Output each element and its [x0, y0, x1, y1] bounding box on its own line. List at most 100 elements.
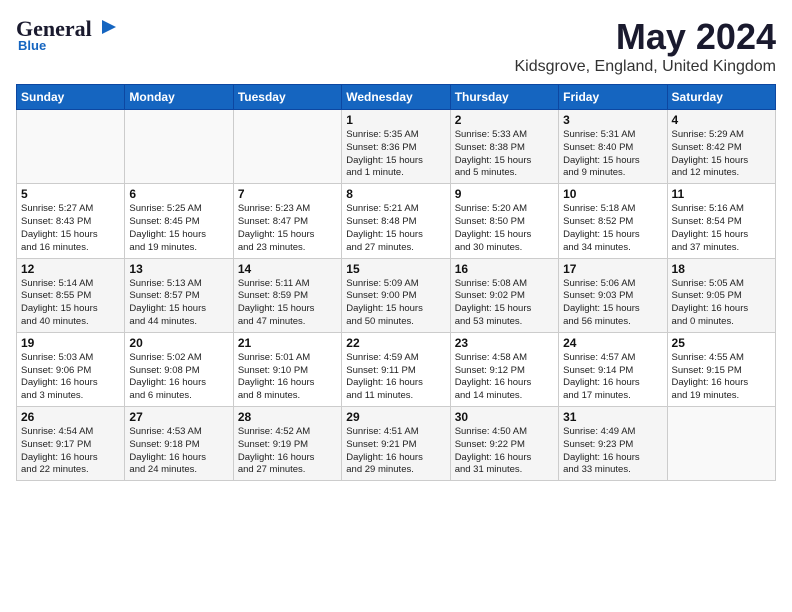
day-info-text: Sunset: 9:06 PM: [21, 365, 120, 378]
day-info-text: and 6 minutes.: [129, 390, 228, 403]
day-number: 31: [563, 410, 662, 424]
day-info-text: Sunrise: 5:20 AM: [455, 203, 554, 216]
day-info-text: and 19 minutes.: [129, 242, 228, 255]
day-info-text: Sunset: 8:54 PM: [672, 216, 771, 229]
page-subtitle: Kidsgrove, England, United Kingdom: [515, 58, 777, 76]
day-info-text: Daylight: 15 hours: [563, 303, 662, 316]
day-info-text: Daylight: 16 hours: [455, 377, 554, 390]
day-info-text: Daylight: 15 hours: [346, 155, 445, 168]
day-info-text: Daylight: 16 hours: [346, 452, 445, 465]
day-number: 2: [455, 113, 554, 127]
calendar-cell: 8Sunrise: 5:21 AMSunset: 8:48 PMDaylight…: [342, 184, 450, 258]
day-number: 1: [346, 113, 445, 127]
day-of-week-header: Saturday: [667, 85, 775, 110]
day-info-text: Sunrise: 4:59 AM: [346, 352, 445, 365]
day-info-text: Daylight: 16 hours: [563, 452, 662, 465]
day-info-text: Sunrise: 5:06 AM: [563, 278, 662, 291]
day-info-text: Sunset: 8:55 PM: [21, 290, 120, 303]
day-number: 8: [346, 187, 445, 201]
day-info-text: Sunset: 9:22 PM: [455, 439, 554, 452]
day-info-text: Sunrise: 5:03 AM: [21, 352, 120, 365]
day-info-text: Sunrise: 5:23 AM: [238, 203, 337, 216]
day-number: 3: [563, 113, 662, 127]
day-number: 16: [455, 262, 554, 276]
calendar-week-row: 1Sunrise: 5:35 AMSunset: 8:36 PMDaylight…: [17, 110, 776, 184]
day-info-text: Daylight: 16 hours: [672, 303, 771, 316]
day-number: 10: [563, 187, 662, 201]
day-info-text: Sunrise: 5:35 AM: [346, 129, 445, 142]
day-info-text: Daylight: 15 hours: [346, 229, 445, 242]
calendar-cell: 26Sunrise: 4:54 AMSunset: 9:17 PMDayligh…: [17, 407, 125, 481]
day-number: 25: [672, 336, 771, 350]
calendar-table: SundayMondayTuesdayWednesdayThursdayFrid…: [16, 84, 776, 481]
day-info-text: and 0 minutes.: [672, 316, 771, 329]
day-info-text: Sunrise: 4:52 AM: [238, 426, 337, 439]
calendar-cell: 29Sunrise: 4:51 AMSunset: 9:21 PMDayligh…: [342, 407, 450, 481]
day-info-text: Sunrise: 5:08 AM: [455, 278, 554, 291]
calendar-cell: 18Sunrise: 5:05 AMSunset: 9:05 PMDayligh…: [667, 258, 775, 332]
day-info-text: Sunset: 9:02 PM: [455, 290, 554, 303]
calendar-cell: 31 Sunrise: 4:49 AMSunset: 9:23 PMDayligh…: [559, 407, 667, 481]
day-info-text: Daylight: 16 hours: [129, 377, 228, 390]
day-info-text: Daylight: 16 hours: [129, 452, 228, 465]
day-of-week-header: Tuesday: [233, 85, 341, 110]
day-number: 7: [238, 187, 337, 201]
calendar-cell: 16Sunrise: 5:08 AMSunset: 9:02 PMDayligh…: [450, 258, 558, 332]
page-title: May 2024: [515, 16, 777, 58]
calendar-cell: [125, 110, 233, 184]
day-number: 12: [21, 262, 120, 276]
day-info-text: Sunrise: 5:18 AM: [563, 203, 662, 216]
day-info-text: and 56 minutes.: [563, 316, 662, 329]
calendar-cell: [233, 110, 341, 184]
day-info-text: Sunrise: 5:29 AM: [672, 129, 771, 142]
day-info-text: Daylight: 15 hours: [672, 229, 771, 242]
calendar-cell: 6Sunrise: 5:25 AMSunset: 8:45 PMDaylight…: [125, 184, 233, 258]
day-info-text: and 50 minutes.: [346, 316, 445, 329]
calendar-week-row: 26Sunrise: 4:54 AMSunset: 9:17 PMDayligh…: [17, 407, 776, 481]
calendar-week-row: 5Sunrise: 5:27 AMSunset: 8:43 PMDaylight…: [17, 184, 776, 258]
calendar-cell: 13Sunrise: 5:13 AMSunset: 8:57 PMDayligh…: [125, 258, 233, 332]
calendar-header-row: SundayMondayTuesdayWednesdayThursdayFrid…: [17, 85, 776, 110]
day-info-text: Daylight: 15 hours: [21, 303, 120, 316]
day-info-text: Sunset: 9:23 PM: [563, 439, 662, 452]
day-info-text: Sunset: 8:57 PM: [129, 290, 228, 303]
day-info-text: Sunset: 9:05 PM: [672, 290, 771, 303]
calendar-cell: 12 Sunrise: 5:14 AMSunset: 8:55 PMDayligh…: [17, 258, 125, 332]
day-info-text: Sunrise: 5:02 AM: [129, 352, 228, 365]
day-info-text: Sunrise: 4:55 AM: [672, 352, 771, 365]
calendar-cell: 25Sunrise: 4:55 AMSunset: 9:15 PMDayligh…: [667, 332, 775, 406]
day-info-text: Sunrise: 4:49 AM: [563, 426, 662, 439]
day-of-week-header: Sunday: [17, 85, 125, 110]
calendar-cell: 3Sunrise: 5:31 AMSunset: 8:40 PMDaylight…: [559, 110, 667, 184]
logo: General Blue: [16, 16, 118, 53]
day-number: 13: [129, 262, 228, 276]
page-header: General Blue May 2024 Kidsgrove, England…: [16, 16, 776, 76]
day-info-text: and 1 minute.: [346, 167, 445, 180]
day-info-text: Sunset: 8:52 PM: [563, 216, 662, 229]
calendar-cell: [667, 407, 775, 481]
day-info-text: Daylight: 16 hours: [21, 377, 120, 390]
calendar-cell: 11Sunrise: 5:16 AMSunset: 8:54 PMDayligh…: [667, 184, 775, 258]
day-info-text: Sunset: 8:59 PM: [238, 290, 337, 303]
day-number: 26: [21, 410, 120, 424]
calendar-cell: 17Sunrise: 5:06 AMSunset: 9:03 PMDayligh…: [559, 258, 667, 332]
day-info-text: Sunset: 9:10 PM: [238, 365, 337, 378]
day-info-text: Sunrise: 4:51 AM: [346, 426, 445, 439]
day-info-text: Daylight: 15 hours: [455, 229, 554, 242]
day-number: 28: [238, 410, 337, 424]
day-info-text: Daylight: 15 hours: [129, 303, 228, 316]
day-info-text: Sunset: 8:45 PM: [129, 216, 228, 229]
day-info-text: Sunrise: 5:11 AM: [238, 278, 337, 291]
day-info-text: Sunrise: 5:14 AM: [21, 278, 120, 291]
calendar-cell: 20Sunrise: 5:02 AMSunset: 9:08 PMDayligh…: [125, 332, 233, 406]
calendar-cell: 4Sunrise: 5:29 AMSunset: 8:42 PMDaylight…: [667, 110, 775, 184]
day-info-text: Sunrise: 5:05 AM: [672, 278, 771, 291]
day-number: 15: [346, 262, 445, 276]
day-info-text: Daylight: 16 hours: [238, 377, 337, 390]
day-info-text: and 19 minutes.: [672, 390, 771, 403]
day-info-text: Daylight: 15 hours: [563, 155, 662, 168]
day-info-text: Sunrise: 5:31 AM: [563, 129, 662, 142]
calendar-cell: 23Sunrise: 4:58 AMSunset: 9:12 PMDayligh…: [450, 332, 558, 406]
day-info-text: and 22 minutes.: [21, 464, 120, 477]
day-number: 4: [672, 113, 771, 127]
